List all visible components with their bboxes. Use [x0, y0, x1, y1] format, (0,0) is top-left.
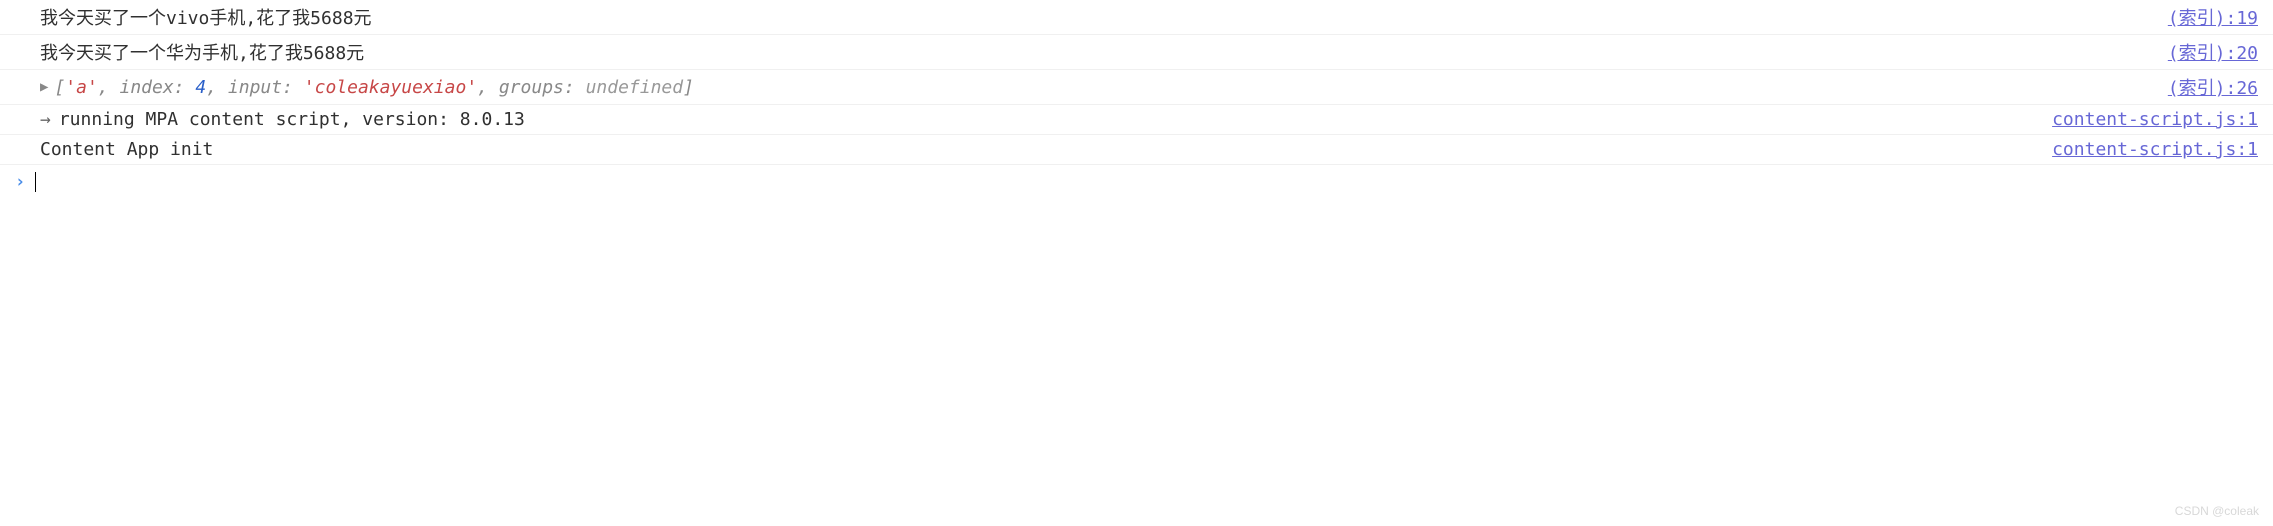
array-index-value: 4 — [195, 77, 206, 98]
array-groups-value: undefined — [586, 77, 684, 98]
source-link[interactable]: (索引):20 — [2168, 39, 2258, 65]
source-link[interactable]: (索引):26 — [2168, 74, 2258, 100]
log-message-container: ▶ ['a', index: 4, input: 'coleakayuexiao… — [40, 77, 2148, 98]
expand-arrow-icon[interactable]: ▶ — [40, 79, 48, 95]
array-preview: ['a', index: 4, input: 'coleakayuexiao',… — [54, 77, 694, 98]
source-link[interactable]: (索引):19 — [2168, 4, 2258, 30]
log-message-container: → running MPA content script, version: 8… — [40, 109, 2032, 130]
prompt-caret-icon: › — [15, 172, 25, 192]
array-key: index — [119, 77, 173, 98]
arrow-icon: → — [40, 109, 51, 130]
console-log-row: → running MPA content script, version: 8… — [0, 105, 2273, 135]
log-message-container: 我今天买了一个vivo手机,花了我5688元 — [40, 4, 2148, 30]
bracket-open: [ — [54, 77, 65, 98]
source-link[interactable]: content-script.js:1 — [2052, 109, 2258, 130]
log-message: Content App init — [40, 139, 213, 160]
log-message-container: Content App init — [40, 139, 2032, 160]
array-key: input — [228, 77, 282, 98]
bracket-close: ] — [683, 77, 694, 98]
log-message: running MPA content script, version: 8.0… — [59, 109, 525, 130]
array-input-value: 'coleakayuexiao' — [304, 77, 477, 98]
log-message-container: 我今天买了一个华为手机,花了我5688元 — [40, 39, 2148, 65]
array-value: 'a' — [65, 77, 98, 98]
console-prompt-row: › — [0, 165, 2273, 198]
log-message: 我今天买了一个vivo手机,花了我5688元 — [40, 4, 372, 30]
source-link[interactable]: content-script.js:1 — [2052, 139, 2258, 160]
array-key: groups — [499, 77, 564, 98]
watermark: CSDN @coleak — [2175, 504, 2259, 518]
console-log-row: 我今天买了一个华为手机,花了我5688元 (索引):20 — [0, 35, 2273, 70]
console-log-row: Content App init content-script.js:1 — [0, 135, 2273, 165]
console-log-row: 我今天买了一个vivo手机,花了我5688元 (索引):19 — [0, 0, 2273, 35]
log-message: 我今天买了一个华为手机,花了我5688元 — [40, 39, 364, 65]
console-input[interactable] — [36, 171, 2258, 192]
console-log-row: ▶ ['a', index: 4, input: 'coleakayuexiao… — [0, 70, 2273, 105]
